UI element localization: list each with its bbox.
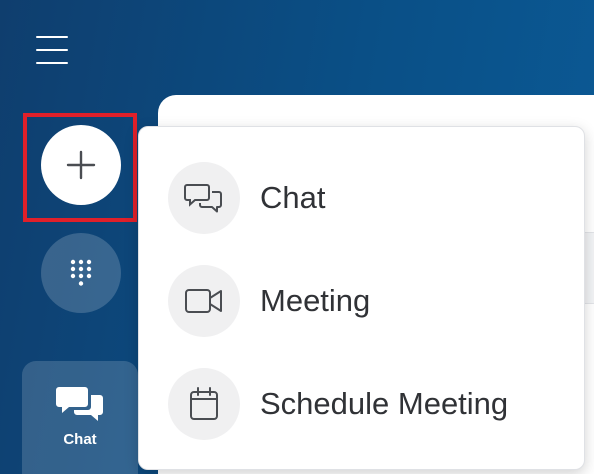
menu-item-label: Schedule Meeting <box>260 386 509 421</box>
menu-item-label: Chat <box>260 180 326 215</box>
menu-item-schedule-meeting[interactable]: Schedule Meeting <box>139 356 584 452</box>
calendar-icon <box>190 387 218 420</box>
sidebar-item-chat[interactable]: Chat <box>22 361 138 474</box>
dialpad-icon <box>70 259 92 286</box>
menu-item-chat[interactable]: Chat <box>139 150 584 246</box>
menu-icon-background <box>168 265 240 337</box>
hamburger-line <box>36 49 68 51</box>
menu-item-label: Meeting <box>260 283 371 318</box>
plus-icon <box>66 150 96 180</box>
sidebar-item-label: Chat <box>63 431 97 448</box>
menu-icon-background <box>168 368 240 440</box>
menu-item-meeting[interactable]: Meeting <box>139 253 584 349</box>
new-item-popup-menu: Chat Meeting Schedule Meeting <box>138 126 585 470</box>
chat-bubbles-outline-icon <box>184 184 222 213</box>
hamburger-line <box>36 36 68 38</box>
chat-bubbles-icon <box>56 387 103 421</box>
video-camera-icon <box>185 289 222 313</box>
hamburger-menu-icon[interactable] <box>36 36 68 64</box>
menu-icon-background <box>168 162 240 234</box>
new-button[interactable] <box>41 125 121 205</box>
hamburger-line <box>36 62 68 64</box>
dialpad-button[interactable] <box>41 233 121 313</box>
